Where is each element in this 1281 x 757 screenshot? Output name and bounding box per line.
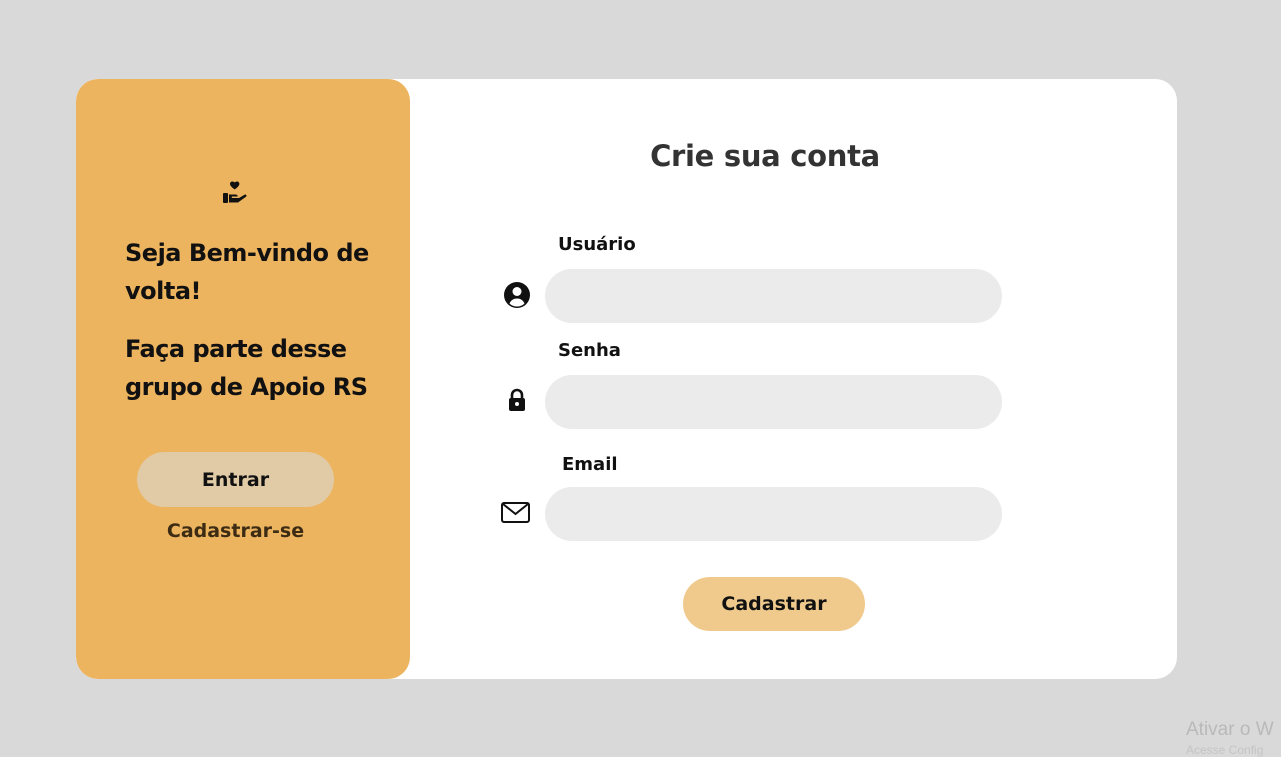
email-input[interactable]: [545, 487, 1002, 541]
username-label: Usuário: [558, 234, 636, 255]
activation-watermark-subtitle: Acesse Config: [1186, 743, 1264, 757]
password-label: Senha: [558, 340, 621, 361]
welcome-heading: Seja Bem-vindo de volta!: [125, 239, 369, 305]
form-title: Crie sua conta: [650, 139, 880, 173]
activation-watermark-title: Ativar o W: [1186, 719, 1274, 740]
lock-icon: [509, 388, 525, 411]
envelope-icon: [501, 502, 530, 523]
register-submit-button[interactable]: Cadastrar: [683, 577, 865, 631]
group-tagline: Faça parte desse grupo de Apoio RS: [125, 335, 368, 401]
enter-button[interactable]: Entrar: [137, 452, 334, 507]
hand-holding-heart-icon: [223, 181, 247, 203]
welcome-panel: Seja Bem-vindo de volta! Faça parte dess…: [76, 79, 410, 679]
user-circle-icon: [504, 282, 530, 308]
register-link[interactable]: Cadastrar-se: [137, 520, 334, 542]
signup-card: Seja Bem-vindo de volta! Faça parte dess…: [76, 79, 1177, 679]
username-input[interactable]: [545, 269, 1002, 323]
email-label: Email: [562, 454, 618, 475]
password-input[interactable]: [545, 375, 1002, 429]
